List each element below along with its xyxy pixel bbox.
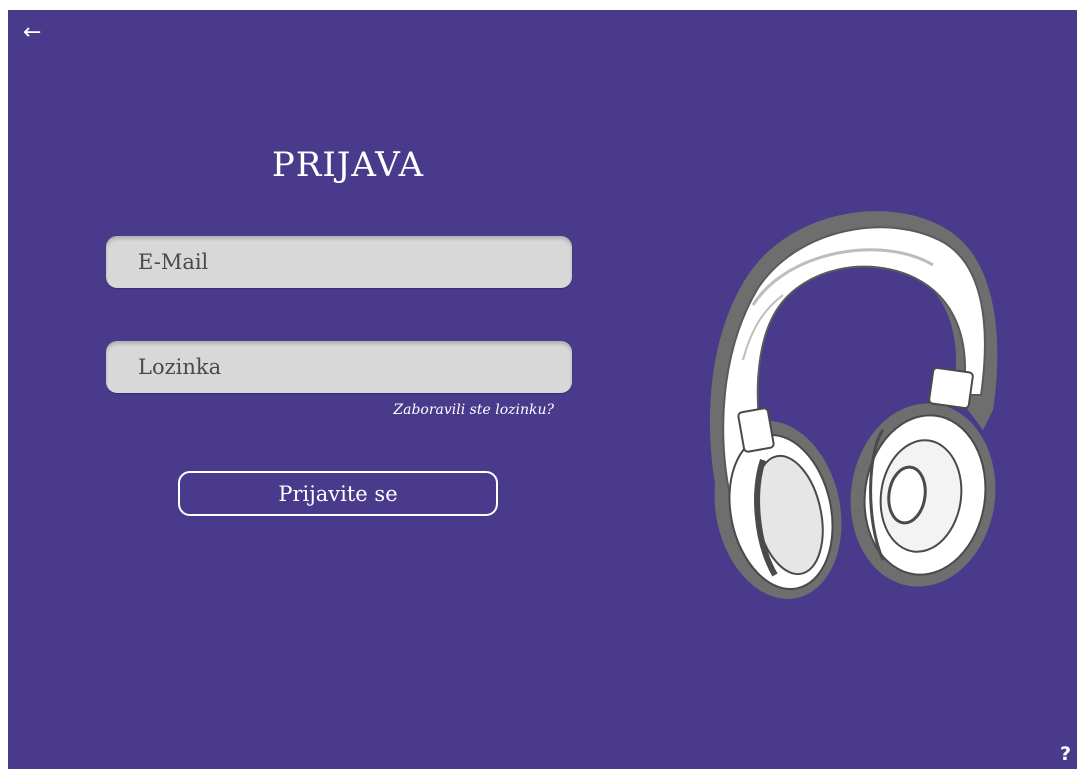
password-field-container [106, 341, 572, 393]
email-field-container [106, 236, 572, 288]
back-arrow-icon[interactable]: ← [23, 22, 41, 44]
page-title: PRIJAVA [271, 144, 425, 185]
email-field[interactable] [106, 236, 572, 288]
question-mark-icon[interactable]: ? [1060, 743, 1071, 765]
login-page: ← PRIJAVA Zaboravili ste lozinku? Prijav… [8, 10, 1077, 769]
password-field[interactable] [106, 341, 572, 393]
forgot-password-link[interactable]: Zaboravili ste lozinku? [308, 402, 554, 418]
login-button[interactable]: Prijavite se [178, 471, 498, 516]
headphones-icon [709, 211, 998, 599]
